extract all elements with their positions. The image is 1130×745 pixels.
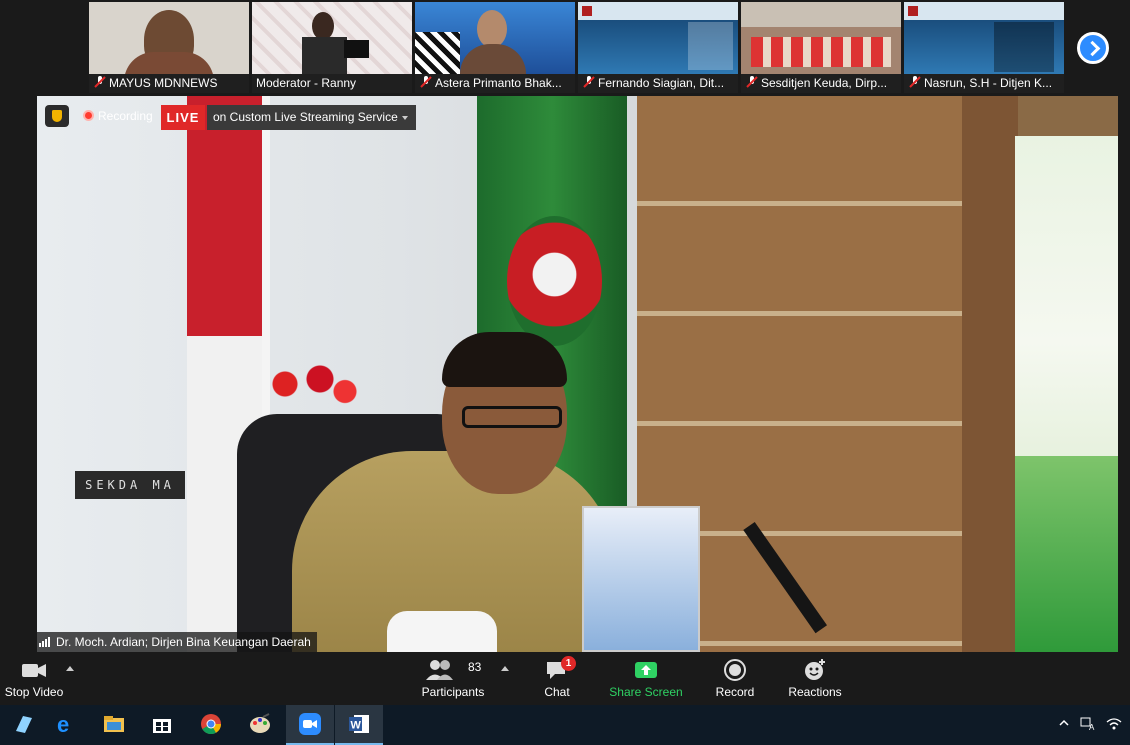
muted-mic-icon (93, 75, 107, 89)
show-hidden-icons-button[interactable] (1058, 717, 1070, 732)
participants-count: 83 (468, 660, 482, 674)
recording-dot-icon (83, 110, 94, 121)
taskbar-app-store[interactable] (138, 705, 186, 745)
taskbar-app-chrome[interactable] (187, 705, 235, 745)
main-video: SEKDA MA Recording LIVE on Custom Live S… (37, 96, 1118, 652)
video-camera-icon (2, 656, 66, 684)
wifi-icon[interactable] (1106, 717, 1122, 734)
taskbar-app-edge[interactable]: e (42, 705, 90, 745)
participant-thumbnail[interactable]: Moderator - Ranny (252, 2, 412, 93)
participant-strip: MAYUS MDNNEWS Moderator - Ranny Astera P… (0, 0, 1130, 96)
taskbar-app-word[interactable]: W (335, 705, 383, 745)
muted-mic-icon (419, 75, 433, 89)
record-icon (710, 656, 760, 684)
taskbar-app-paint[interactable] (236, 705, 284, 745)
participant-video (741, 2, 901, 74)
windows-taskbar: e W A (0, 705, 1130, 745)
stop-video-button[interactable]: Stop Video (2, 656, 66, 702)
live-stream-dropdown[interactable]: on Custom Live Streaming Service (207, 105, 416, 130)
muted-mic-icon (745, 75, 759, 89)
next-page-button[interactable] (1077, 32, 1109, 64)
participant-name: Astera Primanto Bhak... (435, 76, 562, 90)
desk-calendar (582, 506, 700, 652)
taskbar-app-zoom[interactable] (286, 705, 334, 745)
participant-video (904, 2, 1064, 74)
share-screen-button[interactable]: Share Screen (606, 656, 686, 702)
notes-app-icon (13, 713, 35, 735)
recording-label: Recording (98, 109, 153, 123)
chrome-icon (200, 713, 222, 735)
participant-video (415, 2, 575, 74)
store-icon (151, 713, 173, 735)
flowers (265, 364, 365, 414)
participant-name: Nasrun, S.H - Ditjen K... (924, 76, 1053, 90)
signal-bars-icon (39, 633, 51, 652)
participant-thumbnail[interactable]: Astera Primanto Bhak... (415, 2, 575, 93)
share-screen-icon (606, 656, 686, 684)
muted-mic-icon (582, 75, 596, 89)
participant-thumbnail[interactable]: Fernando Siagian, Dit... (578, 2, 738, 93)
recording-indicator[interactable]: Recording (77, 105, 159, 127)
taskbar-app-notes[interactable] (0, 705, 48, 745)
chat-unread-badge: 1 (561, 656, 576, 671)
internet-explorer-icon: e (55, 712, 77, 737)
participant-name: Sesditjen Keuda, Dirp... (761, 76, 888, 90)
record-button[interactable]: Record (710, 656, 760, 702)
word-icon: W (348, 713, 370, 735)
participant-thumbnail[interactable]: Sesditjen Keuda, Dirp... (741, 2, 901, 93)
indonesian-flag (187, 96, 262, 336)
muted-mic-icon (908, 75, 922, 89)
meeting-toolbar: Stop Video Participants 83 Chat 1 Share … (0, 652, 1130, 705)
desk-nameplate: SEKDA MA (75, 471, 185, 499)
chat-button[interactable]: Chat 1 (535, 656, 579, 702)
participant-video (252, 2, 412, 74)
taskbar-app-file-explorer[interactable] (90, 705, 138, 745)
zoom-app-icon (299, 713, 321, 735)
participant-video (89, 2, 249, 82)
security-shield-icon[interactable] (45, 105, 69, 127)
participants-options-caret[interactable] (501, 666, 509, 671)
participant-name: Fernando Siagian, Dit... (598, 76, 725, 90)
video-options-caret[interactable] (66, 666, 74, 671)
participant-name: Moderator - Ranny (256, 76, 357, 90)
input-language-icon[interactable]: A (1080, 717, 1096, 734)
live-badge: LIVE (161, 105, 205, 130)
participant-video (578, 2, 738, 74)
emblem-icon (507, 216, 602, 346)
smiley-plus-icon (784, 656, 846, 684)
paint-palette-icon (249, 713, 271, 735)
speaker-name-label: Dr. Moch. Ardian; Dirjen Bina Keuangan D… (37, 632, 317, 652)
participant-name: MAYUS MDNNEWS (109, 76, 218, 90)
folder-icon (103, 713, 125, 735)
svg-text:W: W (351, 720, 362, 732)
participant-thumbnail[interactable]: Nasrun, S.H - Ditjen K... (904, 2, 1064, 93)
svg-text:A: A (1089, 723, 1095, 731)
stream-service-label: on Custom Live Streaming Service (213, 110, 398, 124)
svg-text:e: e (57, 713, 69, 735)
participant-thumbnail[interactable]: MAYUS MDNNEWS (89, 2, 249, 93)
chevron-down-icon (402, 116, 408, 120)
reactions-button[interactable]: Reactions (784, 656, 846, 702)
